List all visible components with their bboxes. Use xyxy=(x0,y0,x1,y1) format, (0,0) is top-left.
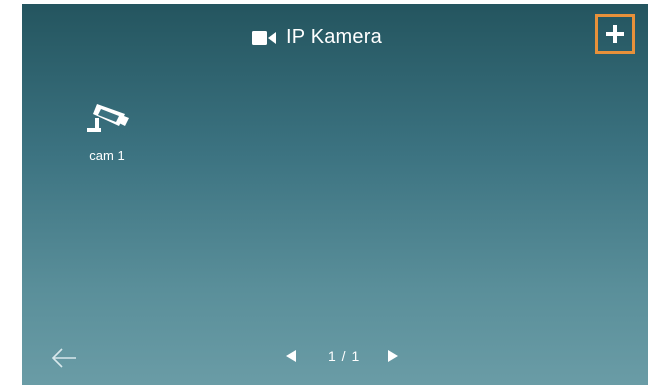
header-bar: IP Kamera xyxy=(22,4,648,74)
video-camera-icon xyxy=(252,30,276,45)
triangle-right-icon[interactable] xyxy=(386,349,400,363)
plus-icon xyxy=(606,25,624,43)
ip-camera-screen: IP Kamera cam 1 1 / 1 xyxy=(22,4,648,385)
arrow-left-icon[interactable] xyxy=(50,346,78,370)
page-indicator: 1 / 1 xyxy=(328,348,361,364)
triangle-left-icon[interactable] xyxy=(284,349,298,363)
page-title-group: IP Kamera xyxy=(252,26,382,49)
add-camera-button[interactable] xyxy=(595,14,635,54)
page-title: IP Kamera xyxy=(286,26,382,48)
cctv-camera-icon xyxy=(87,104,129,132)
camera-label: cam 1 xyxy=(89,148,125,163)
camera-item-cam1[interactable]: cam 1 xyxy=(72,96,142,176)
pagination: 1 / 1 xyxy=(284,344,400,368)
